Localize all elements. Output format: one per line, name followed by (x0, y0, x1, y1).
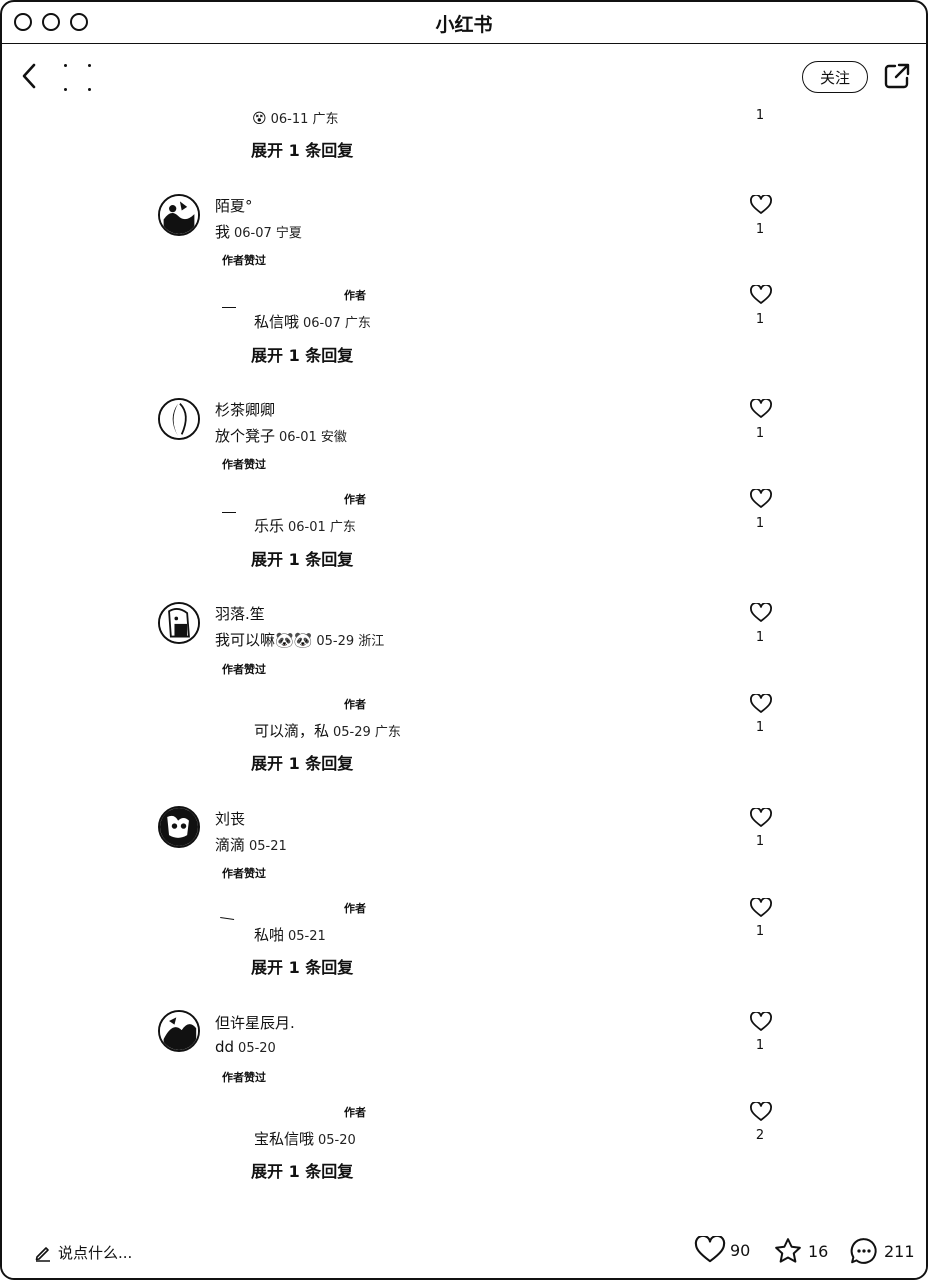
author-avatar[interactable] (60, 58, 94, 94)
heart-icon (750, 1011, 772, 1031)
avatar[interactable] (158, 194, 200, 236)
like-button[interactable] (750, 284, 772, 305)
like-button[interactable] (750, 488, 772, 509)
comment-count: 211 (884, 1241, 915, 1261)
follow-button[interactable]: 关注 (802, 61, 868, 93)
reply-avatar[interactable] (222, 307, 236, 310)
star-icon (775, 1238, 801, 1263)
author-liked-badge: 作者赞过 (222, 867, 266, 880)
like-count: 1 (755, 426, 765, 441)
heart-icon (750, 693, 772, 713)
emoji-icon: 😵 (252, 111, 267, 127)
comment-text: 放个凳子 06-01 安徽 (215, 427, 347, 445)
heart-icon (750, 398, 772, 418)
reply-avatar[interactable] (222, 512, 236, 515)
commenter-name[interactable]: 羽落.笙 (215, 603, 265, 624)
heart-icon (750, 897, 772, 917)
comment-text: 我可以嘛🐼🐼 05-29 浙江 (215, 631, 385, 649)
heart-icon (694, 1236, 726, 1263)
heart-icon (750, 488, 772, 508)
like-count: 1 (755, 834, 765, 849)
comment-bubble-icon (850, 1238, 877, 1264)
like-count: 1 (755, 1038, 765, 1053)
author-liked-badge: 作者赞过 (222, 663, 266, 676)
like-count: 1 (755, 630, 765, 645)
reply-text: 宝私信哦 05-20 (254, 1130, 356, 1148)
heart-icon (750, 602, 772, 622)
avatar[interactable] (158, 398, 200, 440)
expand-replies-button[interactable]: 展开 1 条回复 (251, 546, 353, 570)
comments-button[interactable]: 211 (848, 1236, 915, 1266)
author-liked-badge: 作者赞过 (222, 254, 266, 267)
nav-bar: 关注 (2, 44, 926, 108)
heart-icon (750, 284, 772, 304)
avatar[interactable] (158, 806, 200, 848)
like-button[interactable] (750, 194, 772, 215)
heart-icon (750, 194, 772, 214)
like-button[interactable] (750, 398, 772, 419)
like-count: 1 (755, 516, 765, 531)
chevron-left-icon (22, 63, 36, 89)
avatar[interactable] (158, 1010, 200, 1052)
commenter-name[interactable]: 陌夏° (215, 195, 253, 216)
comment-text: dd 05-20 (215, 1038, 276, 1056)
author-tag: 作者 (344, 902, 366, 915)
commenter-name[interactable]: 刘丧 (215, 808, 245, 829)
reply-text: 私啪 05-21 (254, 926, 326, 944)
reply-avatar[interactable] (219, 917, 235, 922)
collect-button[interactable]: 16 (772, 1236, 828, 1266)
like-button[interactable] (750, 1101, 772, 1122)
author-tag: 作者 (344, 1106, 366, 1119)
comment-list: 😵 06-11 广东 1 展开 1 条回复 陌夏° 我 06-07 宁夏 作者赞过 … (2, 108, 926, 1218)
collect-count: 16 (808, 1241, 829, 1261)
like-button[interactable] (750, 897, 772, 918)
reply-text: 可以滴，私 05-29 广东 (254, 722, 401, 740)
comment-input[interactable]: 说点什么... (34, 1242, 132, 1263)
like-post-button[interactable]: 90 (694, 1236, 750, 1264)
author-liked-badge: 作者赞过 (222, 1071, 266, 1084)
pencil-icon (35, 1246, 50, 1262)
heart-icon (750, 1101, 772, 1121)
back-button[interactable] (18, 60, 42, 92)
share-button[interactable] (883, 62, 911, 90)
post-like-count: 90 (730, 1240, 751, 1260)
author-liked-badge: 作者赞过 (222, 458, 266, 471)
expand-replies-button[interactable]: 展开 1 条回复 (251, 750, 353, 774)
commenter-name[interactable]: 但许星辰月. (215, 1012, 295, 1033)
commenter-name[interactable]: 杉茶卿卿 (215, 399, 275, 420)
like-count: 1 (755, 222, 765, 237)
like-button[interactable] (750, 693, 772, 714)
like-count: 1 (755, 108, 765, 123)
expand-replies-button[interactable]: 展开 1 条回复 (251, 954, 353, 978)
heart-icon (750, 807, 772, 827)
partial-reply-meta: 😵 06-11 广东 (252, 111, 339, 127)
avatar[interactable] (158, 602, 200, 644)
author-tag: 作者 (344, 493, 366, 506)
like-count: 2 (755, 1128, 765, 1143)
like-button[interactable] (750, 807, 772, 828)
like-count: 1 (755, 924, 765, 939)
like-button[interactable] (750, 602, 772, 623)
like-count: 1 (755, 312, 765, 327)
comment-input-placeholder: 说点什么... (58, 1244, 133, 1262)
author-tag: 作者 (344, 289, 366, 302)
expand-replies-button[interactable]: 展开 1 条回复 (251, 1158, 353, 1182)
like-count: 1 (755, 720, 765, 735)
like-button[interactable] (750, 1011, 772, 1032)
app-window: 小红书 关注 😵 06-11 广东 1 展开 1 条回复 陌夏° 我 06-07… (0, 0, 928, 1280)
title-bar: 小红书 (2, 2, 926, 44)
comment-text: 我 06-07 宁夏 (215, 223, 302, 241)
bottom-bar: 说点什么... 90 16 211 (2, 1218, 926, 1278)
share-icon (884, 63, 910, 89)
comment-text: 滴滴 05-21 (215, 836, 287, 854)
window-title: 小红书 (435, 14, 493, 36)
reply-text: 乐乐 06-01 广东 (254, 517, 356, 535)
expand-replies-button[interactable]: 展开 1 条回复 (251, 342, 353, 366)
author-tag: 作者 (344, 698, 366, 711)
reply-text: 私信哦 06-07 广东 (254, 313, 371, 331)
expand-replies-button[interactable]: 展开 1 条回复 (251, 137, 353, 161)
